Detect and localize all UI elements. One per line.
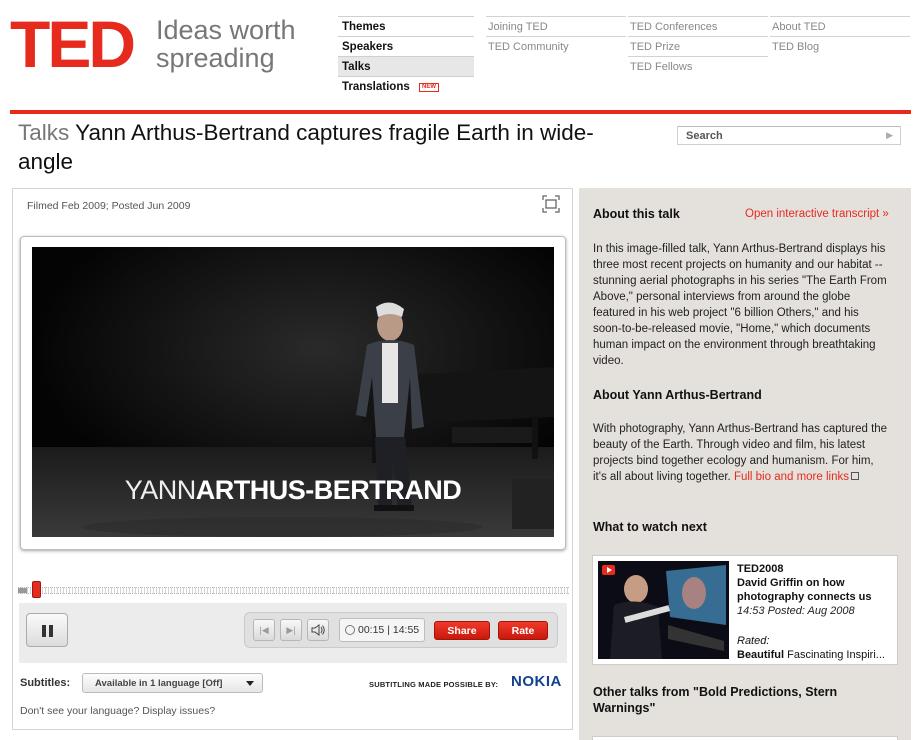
progress-handle[interactable] <box>32 581 41 598</box>
full-bio-link[interactable]: Full bio and more links <box>734 471 849 483</box>
next-talk-meta: 14:53 Posted: Aug 2008 <box>737 605 855 617</box>
next-talk-tag-primary: Beautiful <box>737 649 785 661</box>
pause-button[interactable] <box>26 613 68 647</box>
fullscreen-icon[interactable] <box>542 195 560 213</box>
section-kicker[interactable]: Talks <box>18 120 69 145</box>
time-display: 00:15 | 14:55 <box>339 618 425 642</box>
about-speaker-block: With photography, Yann Arthus-Bertrand h… <box>593 421 889 485</box>
search-submit-icon[interactable]: ▶ <box>886 130 893 141</box>
next-icon: ▶| <box>286 625 296 635</box>
sponsor-logo[interactable]: NOKIA <box>511 673 562 690</box>
filmed-date: Filmed Feb 2009; Posted Jun 2009 <box>27 200 191 212</box>
nav-link-ted-blog[interactable]: TED Blog <box>770 36 910 56</box>
subtitles-label: Subtitles: <box>20 677 71 689</box>
clock-icon <box>345 625 355 635</box>
search-input[interactable]: Search ▶ <box>677 126 901 145</box>
sponsor-text: SUBTITLING MADE POSSIBLE BY: <box>369 680 499 689</box>
about-speaker-heading: About Yann Arthus-Bertrand <box>593 388 762 402</box>
sub-nav-col-3: About TED TED Blog <box>770 16 910 56</box>
volume-button[interactable] <box>307 619 329 641</box>
nav-link-ted-fellows[interactable]: TED Fellows <box>628 56 768 76</box>
video-screen[interactable]: YANNARTHUS-BERTRAND <box>32 247 554 537</box>
subtitles-selected: Available in 1 language [Off] <box>95 678 223 689</box>
header-divider <box>10 110 911 114</box>
sidebar: About this talk Open interactive transcr… <box>579 188 911 740</box>
progress-bar[interactable] <box>18 581 569 598</box>
video-frame: YANNARTHUS-BERTRAND <box>20 236 566 550</box>
time-current: 00:15 <box>358 624 385 636</box>
other-talks-heading: Other talks from "Bold Predictions, Ster… <box>593 685 838 715</box>
time-separator: | <box>387 624 390 636</box>
nav-link-ted-community[interactable]: TED Community <box>486 36 626 56</box>
next-talk-event: TED2008 <box>737 563 784 575</box>
about-talk-heading: About this talk <box>593 207 680 221</box>
subtitles-select[interactable]: Available in 1 language [Off] <box>82 673 263 693</box>
previous-button[interactable]: |◀ <box>253 619 275 641</box>
main-nav: Themes Speakers Talks Translations NEW <box>338 16 474 96</box>
rate-button[interactable]: Rate <box>498 621 548 640</box>
chevron-down-icon <box>246 681 254 686</box>
sub-nav-col-2: TED Conferences TED Prize TED Fellows <box>628 16 768 76</box>
nav-item-translations[interactable]: Translations NEW <box>338 76 474 96</box>
language-help-link[interactable]: Don't see your language? Display issues? <box>20 705 215 717</box>
nav-item-talks[interactable]: Talks <box>338 56 474 76</box>
next-talk-tags: Beautiful Fascinating Inspiri... <box>737 648 895 662</box>
share-button[interactable]: Share <box>434 621 490 640</box>
new-badge: NEW <box>419 83 439 92</box>
control-group: |◀ ▶| 00:15 | 14:55 Share Rate <box>244 612 558 648</box>
time-total: 14:55 <box>392 624 420 636</box>
next-talk-title[interactable]: David Griffin on how photography connect… <box>737 576 895 604</box>
pause-icon-bar <box>49 625 53 637</box>
player-controls: |◀ ▶| 00:15 | 14:55 Share Rate <box>19 603 567 663</box>
next-talk-image <box>598 561 729 659</box>
external-link-icon <box>851 472 859 480</box>
play-icon <box>602 565 615 575</box>
logo-tagline: Ideas worth spreading <box>156 16 316 72</box>
next-talk-tag-rest: Fascinating Inspiri... <box>787 649 885 661</box>
about-talk-text: In this image-filled talk, Yann Arthus-B… <box>593 243 887 367</box>
nav-item-label: Translations <box>342 81 410 93</box>
volume-icon <box>311 624 325 636</box>
nav-link-about-ted[interactable]: About TED <box>770 16 910 36</box>
watch-next-heading: What to watch next <box>593 520 707 534</box>
nav-link-joining-ted[interactable]: Joining TED <box>486 16 626 36</box>
next-talk-card[interactable]: TED2008 David Griffin on how photography… <box>592 555 898 665</box>
pause-icon <box>42 625 46 637</box>
tagline-line-1: Ideas worth <box>156 15 296 45</box>
player-panel: Filmed Feb 2009; Posted Jun 2009 YANNART… <box>12 188 573 730</box>
nav-link-ted-conferences[interactable]: TED Conferences <box>628 16 768 36</box>
next-talk-info: TED2008 David Griffin on how photography… <box>737 562 895 662</box>
talk-title: Yann Arthus-Bertrand captures fragile Ea… <box>18 120 594 174</box>
next-talk-thumbnail[interactable] <box>598 561 729 659</box>
nav-link-ted-prize[interactable]: TED Prize <box>628 36 768 56</box>
search-placeholder: Search <box>686 130 723 142</box>
overlay-last-name: ARTHUS-BERTRAND <box>195 475 462 505</box>
nav-item-themes[interactable]: Themes <box>338 16 474 36</box>
transcript-link[interactable]: Open interactive transcript » <box>745 208 889 220</box>
tagline-line-2: spreading <box>156 43 275 73</box>
page-title: Talks Yann Arthus-Bertrand captures frag… <box>18 118 638 176</box>
progress-fill <box>18 588 27 593</box>
next-button[interactable]: ▶| <box>280 619 302 641</box>
video-name-overlay: YANNARTHUS-BERTRAND <box>32 475 554 506</box>
other-talks-card[interactable] <box>592 736 898 740</box>
nav-item-speakers[interactable]: Speakers <box>338 36 474 56</box>
logo-wordmark: TED <box>10 7 136 81</box>
previous-icon: |◀ <box>259 625 269 635</box>
sub-nav-col-1: Joining TED TED Community <box>486 16 626 56</box>
next-talk-rated-label: Rated: <box>737 635 770 647</box>
overlay-first-name: YANN <box>124 475 197 505</box>
